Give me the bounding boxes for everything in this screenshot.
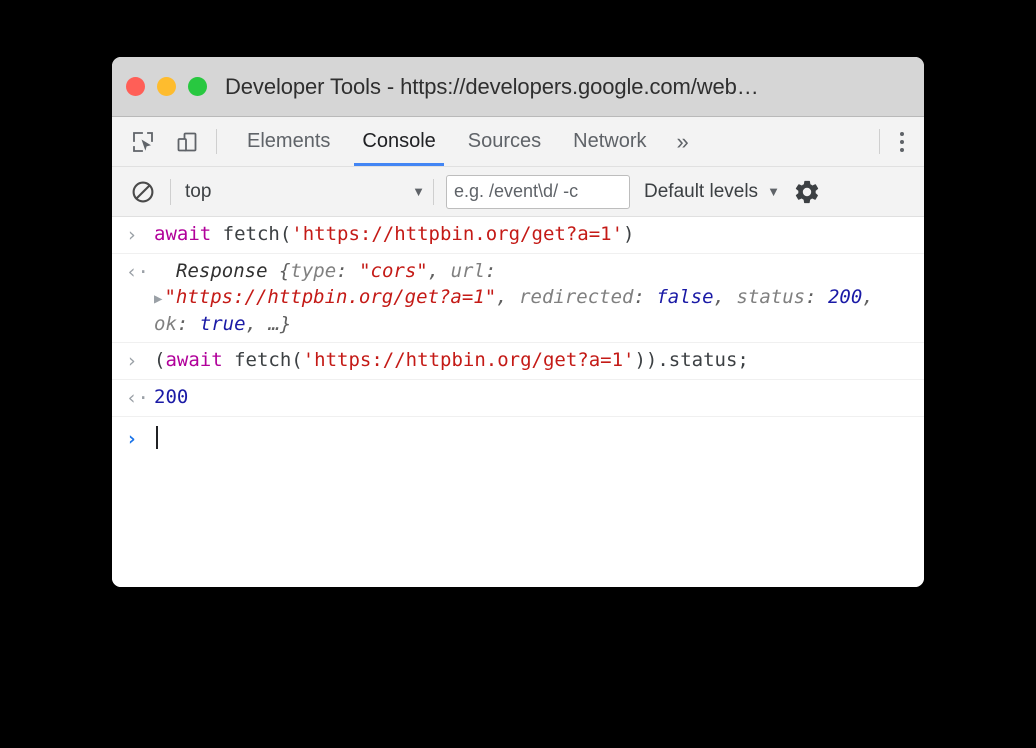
punct-colon: : [336,260,360,283]
token-plain: ( [154,348,166,371]
prop-value-ok: true [199,312,246,335]
tab-sources[interactable]: Sources [452,117,557,166]
token-keyword: await [154,223,212,245]
token-plain: fetch( [211,223,292,245]
console-filter-input[interactable] [446,174,630,209]
prop-key-ok: ok [154,312,177,335]
chevron-down-icon: ▼ [412,184,425,199]
device-toolbar-icon[interactable] [172,127,202,157]
token-string: 'https://httpbin.org/get?a=1' [291,223,624,245]
input-arrow-icon: › [126,224,138,246]
prop-value-status: 200 [827,286,863,309]
tabbar-right-group [879,117,924,166]
console-output-entry: ‹· 200 [112,380,924,418]
log-levels-select[interactable]: Default levels ▼ [644,181,780,203]
tab-console[interactable]: Console [346,117,451,166]
punct-comma: , [427,260,451,283]
object-ellipsis: … [268,312,280,335]
token-string: 'https://httpbin.org/get?a=1' [302,348,635,371]
prompt-arrow-icon: › [126,428,138,451]
tab-elements[interactable]: Elements [231,117,346,166]
console-prompt-row[interactable]: › [112,417,924,457]
devtools-tabbar: Elements Console Sources Network » [112,117,924,167]
more-tabs-chevron-icon[interactable]: » [663,117,703,166]
response-object[interactable]: Response {type: "cors", url: ▶ "https://h… [154,258,914,337]
console-toolbar: top ▼ Default levels ▼ [112,167,924,217]
prop-value-type: "cors" [359,260,428,283]
gear-icon[interactable] [793,178,821,206]
object-open-brace: { [267,260,291,283]
window-controls [126,77,207,96]
console-output-area[interactable]: › await fetch('https://httpbin.org/get?a… [112,217,924,587]
punct-colon: : [484,260,497,283]
output-arrow-icon: ‹· [126,261,149,284]
minimize-window-button[interactable] [157,77,176,96]
chevron-down-icon: ▼ [767,184,780,199]
devtools-tabs: Elements Console Sources Network » [231,117,703,166]
punct-comma: , [496,286,520,309]
token-keyword: await [165,348,223,371]
expand-triangle-icon[interactable]: ▶ [154,290,162,309]
log-levels-label: Default levels [644,180,759,202]
execution-context-select[interactable]: top ▼ [171,181,433,203]
input-arrow-icon: › [126,349,138,372]
punct-colon: : [176,312,200,335]
prop-key-url: url [450,260,485,283]
prop-value-redirected: false [656,286,714,309]
tabbar-divider [216,129,217,154]
prop-value-url: "https://httpbin.org/get?a=1" [164,286,497,309]
console-input-entry: › (await fetch('https://httpbin.org/get?… [112,343,924,381]
token-plain: ) [623,223,635,245]
output-arrow-icon: ‹· [126,387,149,410]
clear-console-icon[interactable] [126,175,160,209]
console-toolbar-divider-2 [433,178,434,205]
object-close-brace: } [279,312,292,335]
kebab-menu-icon[interactable] [880,117,924,166]
tab-network[interactable]: Network [557,117,662,166]
punct-comma: , [245,312,269,335]
token-plain: )).status; [634,348,749,371]
inspect-element-icon[interactable] [128,127,158,157]
console-command-text: (await fetch('https://httpbin.org/get?a=… [154,347,914,373]
execution-context-label: top [185,180,212,202]
console-output-entry: ‹· Response {type: "cors", url: ▶ "https:… [112,254,924,343]
token-plain: fetch( [222,348,303,371]
window-title: Developer Tools - https://developers.goo… [225,73,759,99]
console-command-text: await fetch('https://httpbin.org/get?a=1… [154,221,914,247]
token-number: 200 [154,386,189,409]
prop-key-status: status [736,286,806,309]
punct-colon: : [805,286,828,309]
prop-key-redirected: redirected [519,286,634,309]
window-titlebar: Developer Tools - https://developers.goo… [112,57,924,117]
text-cursor [156,426,158,450]
maximize-window-button[interactable] [188,77,207,96]
devtools-window: Developer Tools - https://developers.goo… [112,57,924,587]
punct-colon: : [633,286,657,309]
prop-key-type: type [290,260,337,283]
object-class-name: Response [176,260,268,283]
console-input-entry: › await fetch('https://httpbin.org/get?a… [112,217,924,255]
tabbar-tool-icons [128,117,216,166]
console-result-text: 200 [154,384,914,410]
close-window-button[interactable] [126,77,145,96]
console-prompt-input[interactable] [154,425,914,451]
punct-comma: , [713,286,737,309]
punct-comma: , [862,286,886,309]
